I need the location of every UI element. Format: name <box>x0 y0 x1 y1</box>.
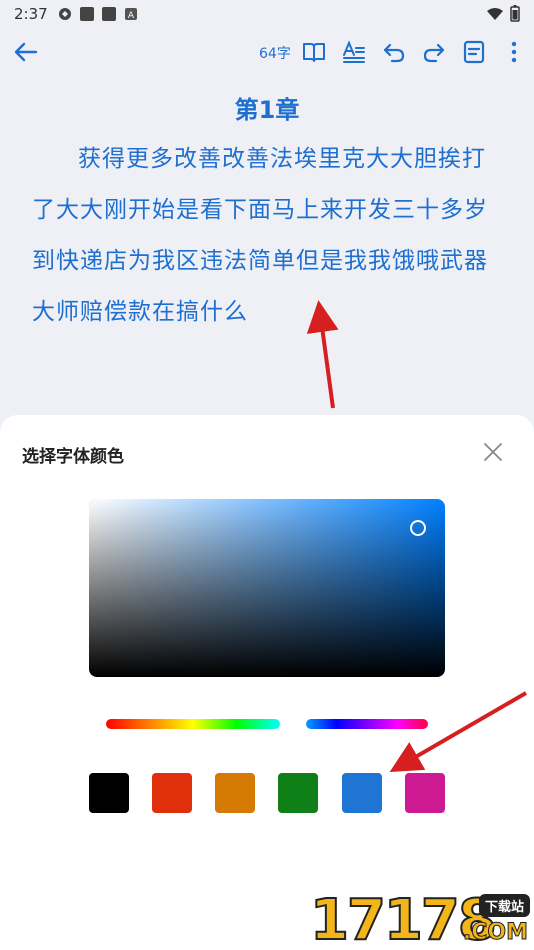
document-paragraph[interactable]: 获得更多改善改善法埃里克大大胆挨打了大大刚开始是看下面马上来开发三十多岁到快递店… <box>32 134 502 338</box>
swatch-green[interactable] <box>278 773 318 813</box>
sv-handle[interactable] <box>410 520 426 536</box>
word-count: 64字 <box>259 46 291 62</box>
back-arrow-icon[interactable] <box>12 38 40 66</box>
chapter-title[interactable]: 第1章 <box>0 90 534 125</box>
swatch-magenta[interactable] <box>405 773 445 813</box>
editor-toolbar: 64字 <box>0 30 534 74</box>
sheet-title: 选择字体颜色 <box>22 447 124 467</box>
battery-icon <box>510 5 520 22</box>
undo-icon[interactable] <box>381 39 407 65</box>
preset-swatches <box>89 773 445 813</box>
status-bar: 2:37 A <box>0 0 534 28</box>
app-icon <box>101 7 116 21</box>
swatch-red[interactable] <box>152 773 192 813</box>
swatch-black[interactable] <box>89 773 129 813</box>
note-icon[interactable] <box>461 39 487 65</box>
watermark-tag: 下载站 <box>478 894 530 917</box>
hue-slider[interactable] <box>106 719 280 729</box>
sv-black-layer <box>89 499 445 677</box>
font-color-sheet: 选择字体颜色 <box>0 415 534 950</box>
swatch-blue[interactable] <box>342 773 382 813</box>
site-watermark: 17178 下载站 .COM <box>309 887 534 950</box>
status-time: 2:37 <box>14 5 48 23</box>
more-vert-icon[interactable] <box>501 39 527 65</box>
swatch-orange[interactable] <box>215 773 255 813</box>
close-icon[interactable] <box>482 441 504 463</box>
book-icon[interactable] <box>301 39 327 65</box>
wifi-icon <box>487 7 503 20</box>
notification-icon: A <box>124 8 137 21</box>
text-format-icon[interactable] <box>341 39 367 65</box>
watermark-domain: .COM <box>462 920 528 946</box>
saturation-value-picker[interactable] <box>89 499 445 677</box>
redo-icon[interactable] <box>421 39 447 65</box>
svg-text:A: A <box>128 11 135 21</box>
sync-icon <box>58 8 71 20</box>
app-icon <box>79 7 94 21</box>
hue-slider-end[interactable] <box>306 719 428 729</box>
